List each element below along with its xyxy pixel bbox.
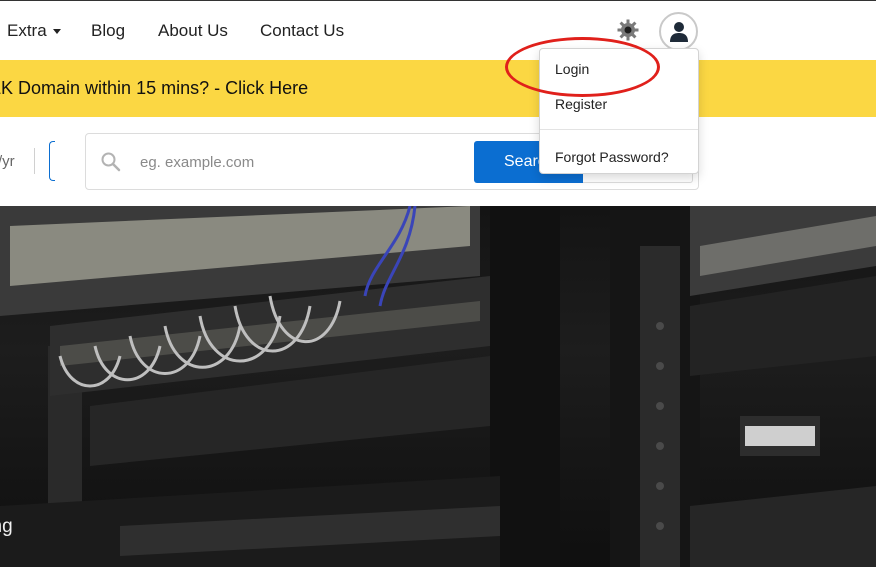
menu-item-register[interactable]: Register	[555, 96, 607, 112]
page: Extra Blog About Us Contact Us LK Domain…	[0, 0, 876, 567]
gear-icon[interactable]	[616, 18, 640, 42]
account-dropdown-menu: Login Register Forgot Password?	[539, 48, 699, 174]
nav-item-extra-label: Extra	[7, 21, 47, 40]
domain-search-section: /yr Search	[0, 117, 876, 206]
divider	[34, 148, 35, 174]
nav-item-about-us[interactable]: About Us	[158, 21, 228, 41]
promo-banner[interactable]: LK Domain within 15 mins? - Click Here	[0, 60, 876, 117]
nav-item-blog[interactable]: Blog	[91, 21, 125, 41]
top-navbar: Extra Blog About Us Contact Us	[0, 0, 876, 60]
menu-divider	[540, 129, 698, 130]
caret-down-icon	[52, 29, 61, 35]
nav-item-extra[interactable]: Extra	[7, 21, 61, 41]
price-per-year-text: /yr	[0, 153, 15, 170]
search-icon	[101, 152, 121, 172]
menu-item-forgot-password[interactable]: Forgot Password?	[555, 149, 669, 165]
menu-item-login[interactable]: Login	[555, 61, 589, 77]
domain-search-input[interactable]	[138, 146, 458, 178]
banner-text[interactable]: LK Domain within 15 mins? - Click Here	[0, 78, 308, 99]
server-rack-photo	[0, 206, 876, 567]
hero-text-fragment: ting	[0, 516, 13, 537]
user-icon	[670, 22, 688, 42]
nav-item-contact-us[interactable]: Contact Us	[260, 21, 344, 41]
account-menu-button[interactable]	[659, 12, 698, 51]
selected-card-edge[interactable]	[49, 141, 55, 181]
hero-image: ting	[0, 206, 876, 567]
